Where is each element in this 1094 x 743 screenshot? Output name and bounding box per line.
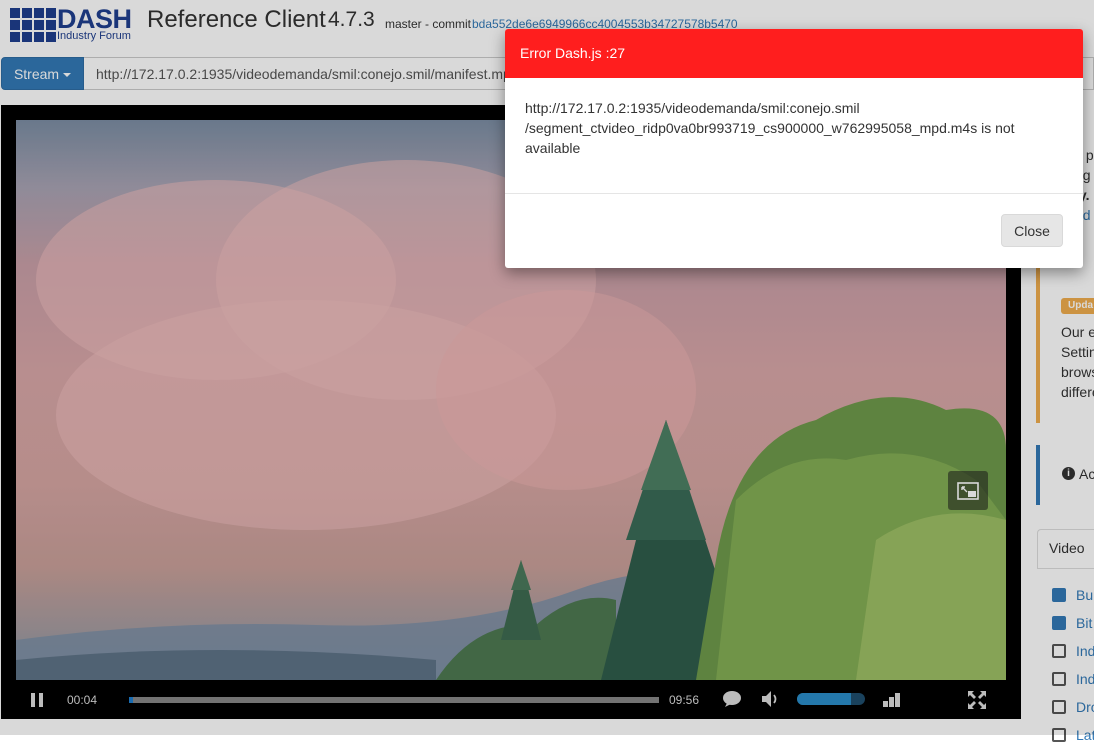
error-message-line-3: available bbox=[525, 140, 581, 156]
modal-title: Error Dash.js :27 bbox=[505, 29, 1083, 78]
error-message-line-1: http://172.17.0.2:1935/videodemanda/smil… bbox=[525, 100, 860, 116]
close-button[interactable]: Close bbox=[1001, 214, 1063, 247]
modal-body: http://172.17.0.2:1935/videodemanda/smil… bbox=[505, 78, 1083, 194]
error-message-line-2: /segment_ctvideo_ridp0va0br993719_cs9000… bbox=[525, 120, 1015, 136]
error-modal: Error Dash.js :27 http://172.17.0.2:1935… bbox=[505, 29, 1083, 268]
